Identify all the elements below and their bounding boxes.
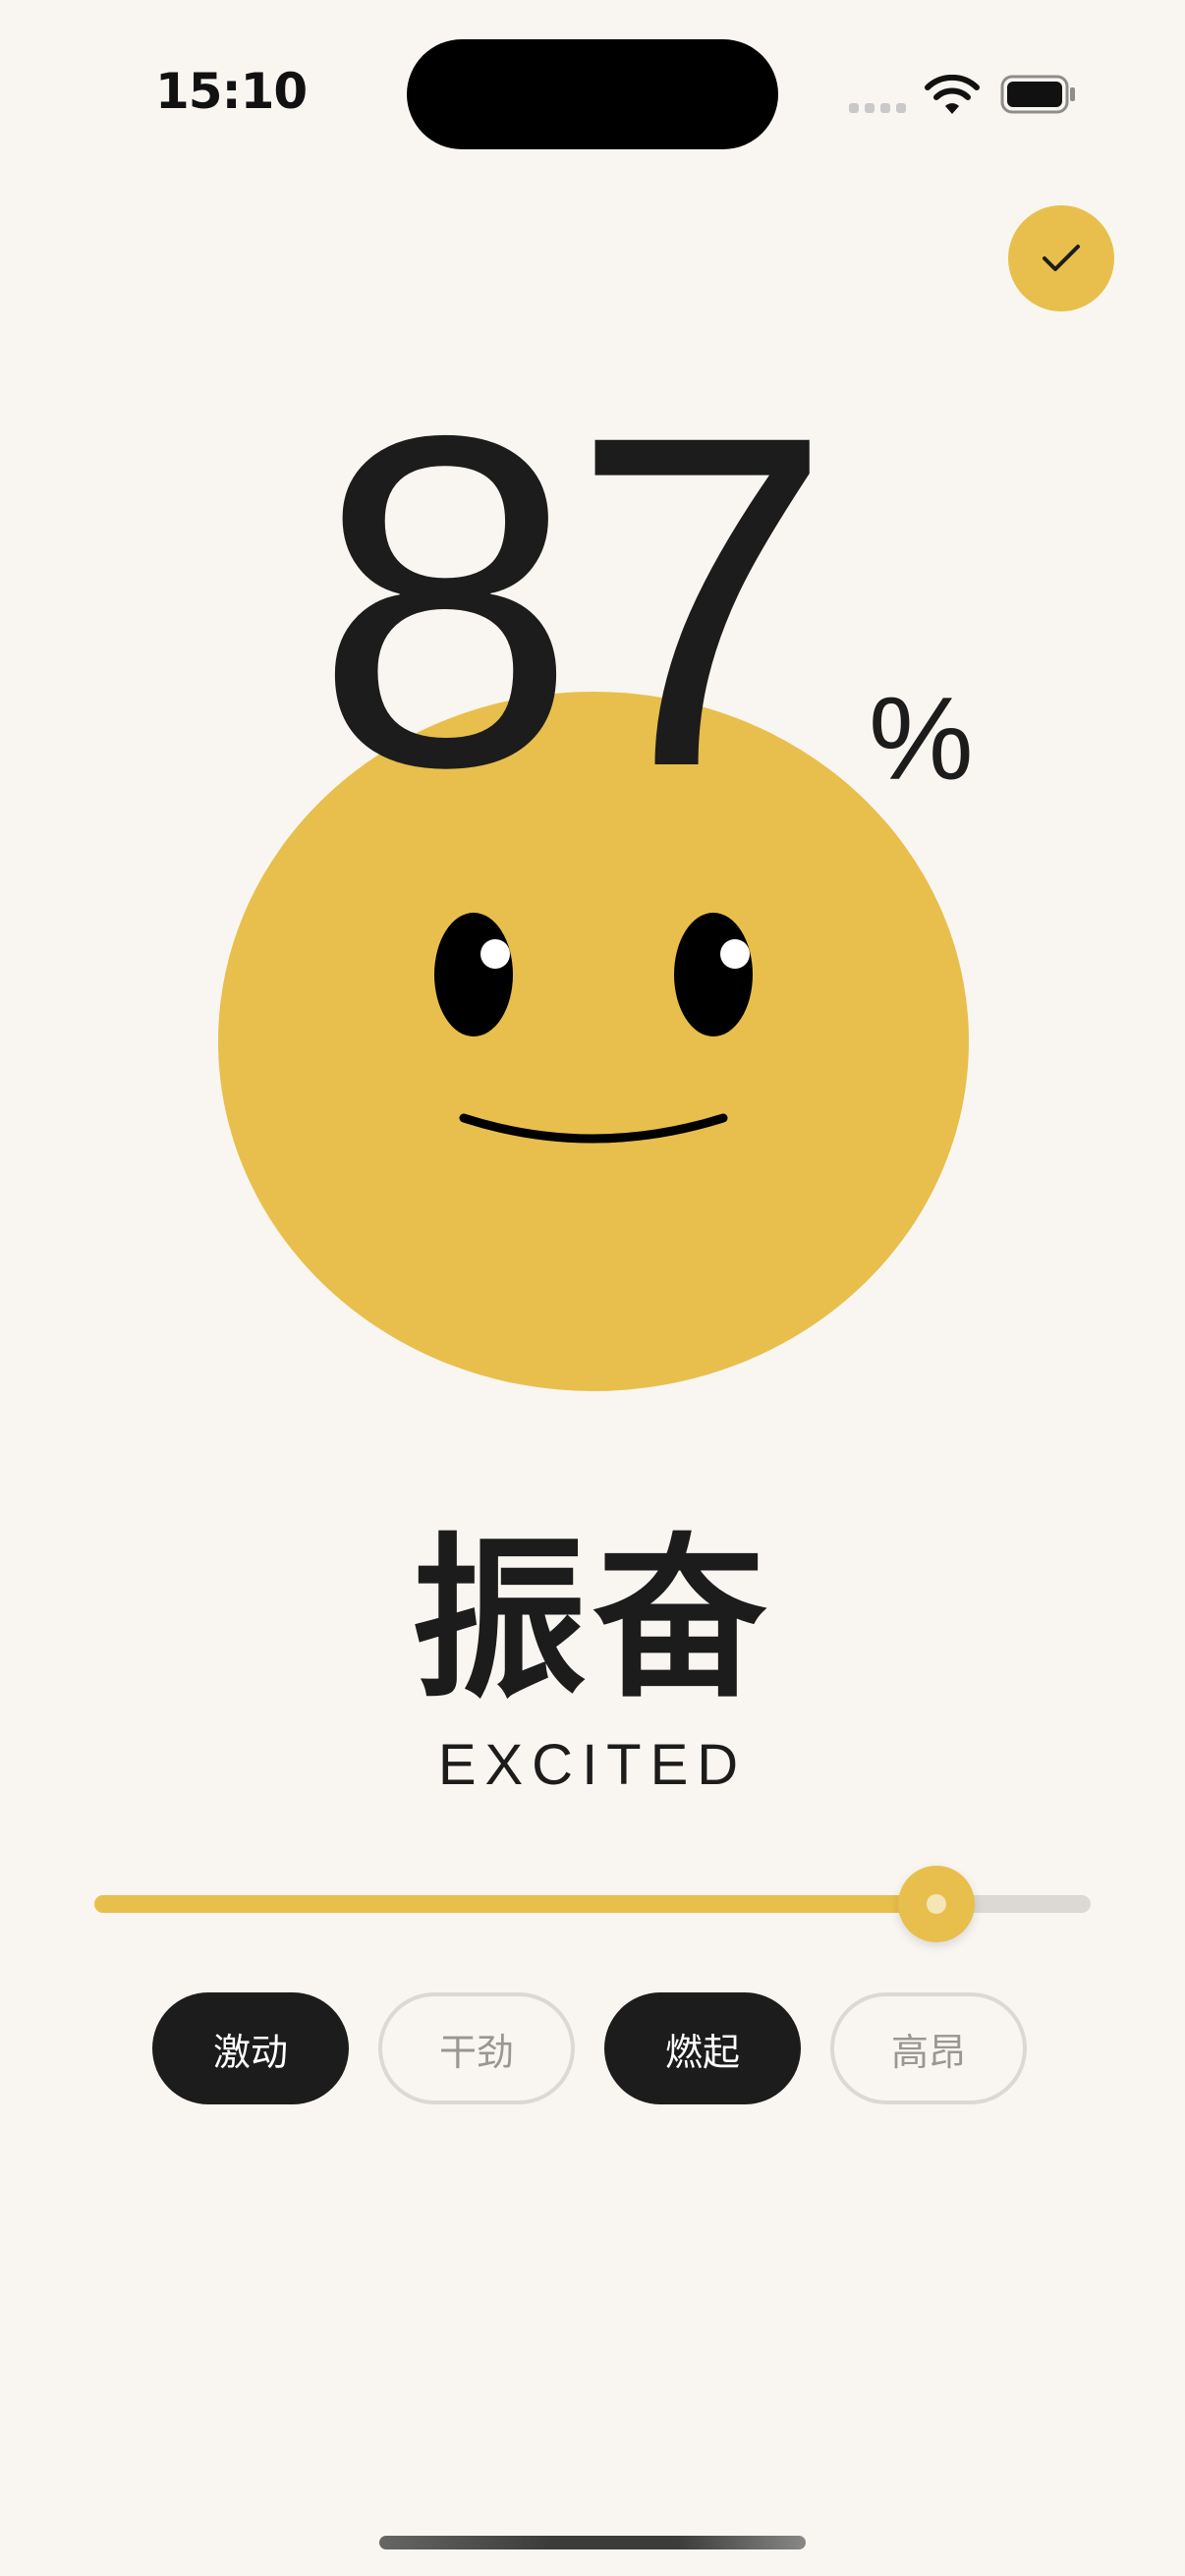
left-eye <box>434 913 513 1036</box>
slider-thumb-dot <box>927 1894 946 1914</box>
home-indicator[interactable] <box>379 2536 806 2549</box>
chip-1[interactable]: 干劲 <box>378 1992 575 2104</box>
cellular-signal-icon <box>849 103 906 113</box>
chip-0[interactable]: 激动 <box>152 1992 349 2104</box>
slider-fill <box>94 1895 936 1913</box>
battery-icon <box>1000 75 1075 114</box>
mood-subtitle: EXCITED <box>437 1733 748 1797</box>
dynamic-island <box>407 39 778 149</box>
left-eye-highlight <box>480 939 510 969</box>
right-eye-highlight <box>720 939 750 969</box>
mood-percent-value: 87 <box>314 337 833 865</box>
checkmark-icon <box>1043 245 1080 271</box>
chip-3[interactable]: 高昂 <box>830 1992 1027 2104</box>
slider-thumb[interactable] <box>898 1866 975 1942</box>
confirm-button[interactable] <box>1008 205 1114 311</box>
chip-2[interactable]: 燃起 <box>604 1992 801 2104</box>
intensity-slider[interactable] <box>94 1866 1091 1945</box>
mood-chips: 激动 干劲 燃起 高昂 <box>152 1992 1027 2104</box>
status-time: 15:10 <box>155 63 308 120</box>
right-eye <box>674 913 753 1036</box>
mood-title: 振奋 <box>412 1518 773 1721</box>
wifi-icon <box>925 75 980 114</box>
percent-sign: % <box>869 673 974 805</box>
